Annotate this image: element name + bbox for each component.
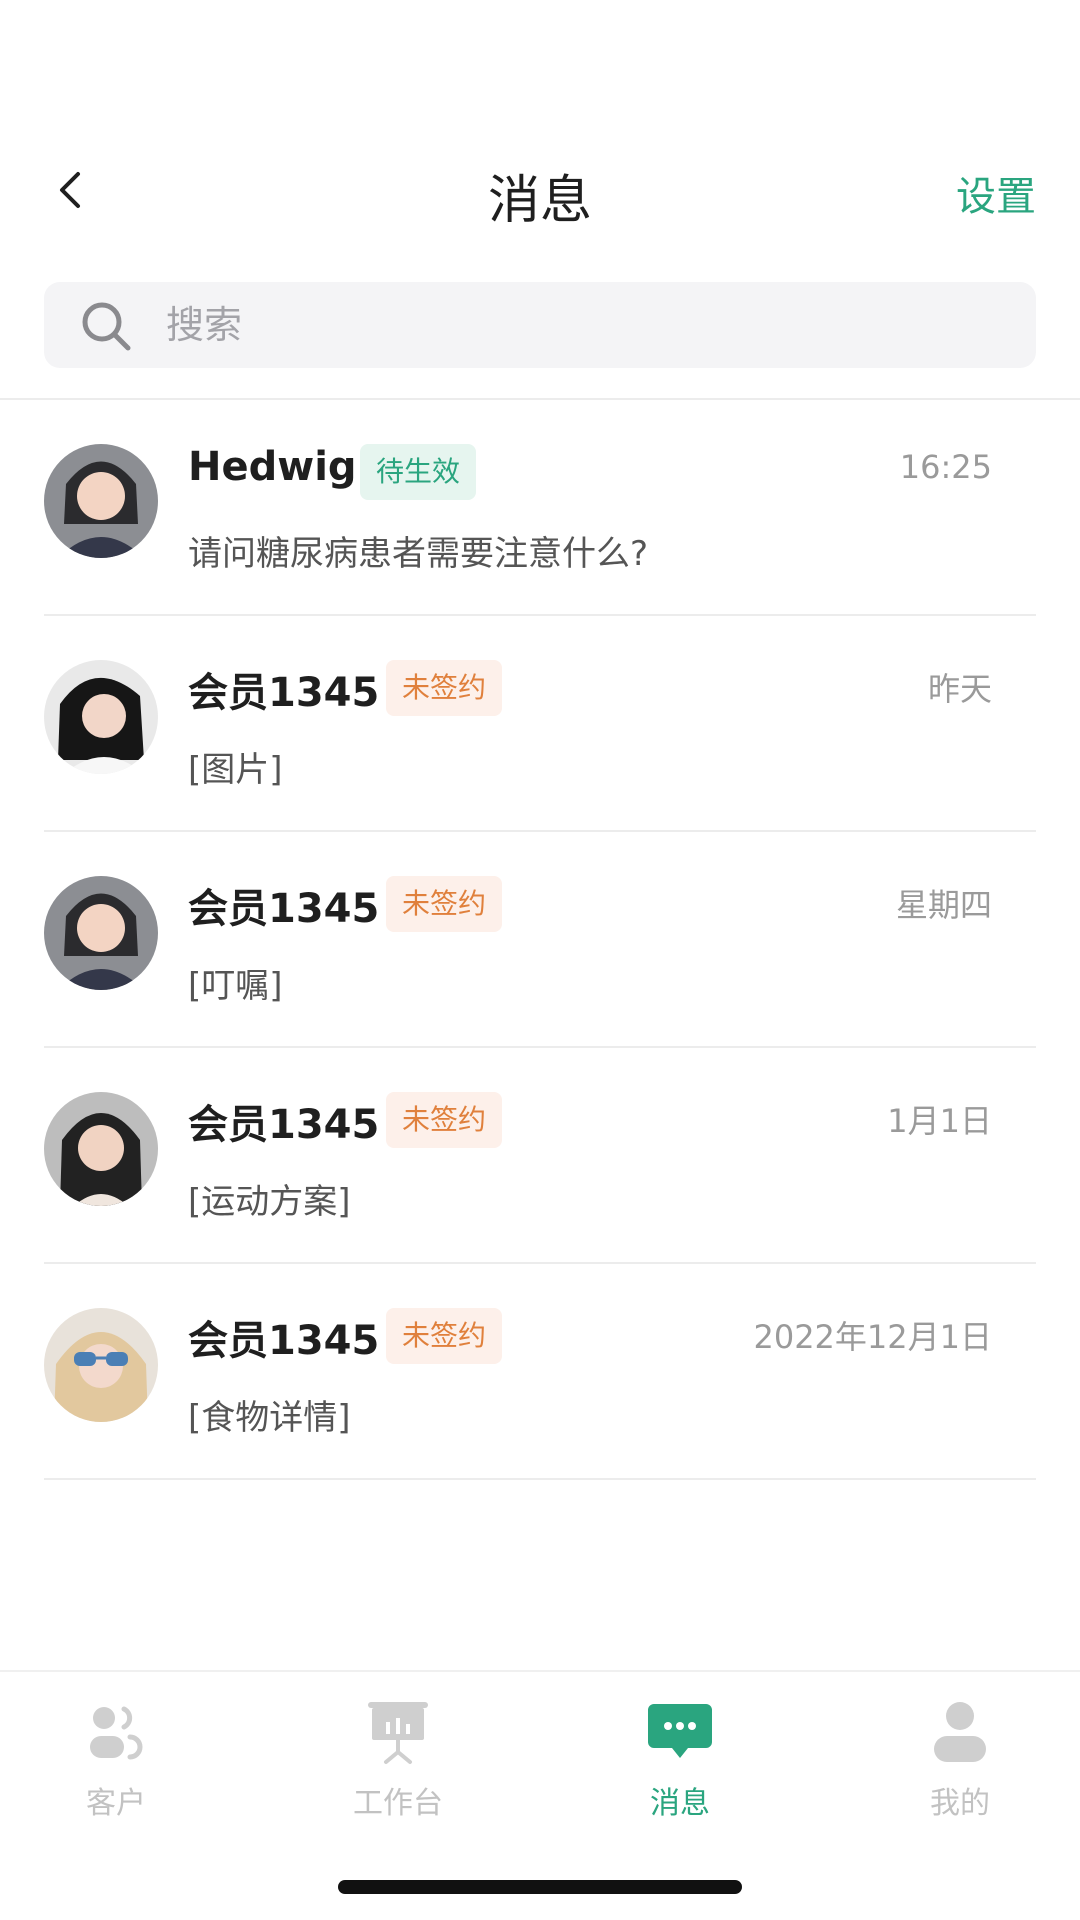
- workbench-icon: [368, 1702, 428, 1764]
- messages-page: 消息 设置 Hedwig 待生效 16:25 请问糖尿病患者需要注意什么? 会员…: [0, 0, 1080, 1920]
- status-badge: 未签约: [386, 1308, 503, 1364]
- message-preview: [食物详情]: [188, 1398, 351, 1438]
- page-title: 消息: [487, 171, 592, 231]
- settings-link[interactable]: 设置: [956, 164, 1036, 222]
- status-badge: 未签约: [386, 660, 503, 716]
- status-badge: 未签约: [386, 876, 503, 932]
- nav-label: 客户: [86, 1786, 146, 1821]
- message-time: 16:25: [899, 448, 992, 486]
- avatar: [44, 660, 158, 774]
- avatar: [44, 1308, 158, 1422]
- search-icon: [82, 302, 131, 351]
- contact-name: Hedwig: [188, 444, 357, 490]
- message-time: 2022年12月1日: [753, 1318, 992, 1356]
- home-indicator[interactable]: [338, 1880, 742, 1894]
- message-preview: [叮嘱]: [188, 966, 283, 1006]
- nav-label: 消息: [650, 1786, 710, 1821]
- contact-name: 会员1345: [188, 886, 380, 932]
- nav-tab-customers[interactable]: 客户: [46, 1696, 186, 1822]
- customers-icon: [90, 1706, 143, 1760]
- avatar: [44, 876, 158, 990]
- header: 消息 设置: [0, 140, 1080, 240]
- contact-name: 会员1345: [188, 1318, 380, 1364]
- message-time: 1月1日: [887, 1102, 992, 1140]
- profile-icon: [934, 1702, 986, 1762]
- message-preview: [图片]: [188, 750, 283, 790]
- nav-label: 工作台: [353, 1786, 443, 1821]
- status-badge: 未签约: [386, 1092, 503, 1148]
- message-item[interactable]: 会员1345 未签约 2022年12月1日 [食物详情]: [0, 1264, 1080, 1480]
- messages-icon: [648, 1704, 712, 1758]
- search-input[interactable]: [166, 282, 986, 368]
- nav-tab-messages[interactable]: 消息: [610, 1696, 750, 1822]
- message-time: 昨天: [927, 670, 992, 708]
- message-list: Hedwig 待生效 16:25 请问糖尿病患者需要注意什么? 会员1345 未…: [0, 400, 1080, 1480]
- avatar: [44, 1092, 158, 1206]
- message-preview: [运动方案]: [188, 1182, 351, 1222]
- nav-tab-workbench[interactable]: 工作台: [328, 1696, 468, 1822]
- message-preview: 请问糖尿病患者需要注意什么?: [188, 534, 649, 574]
- avatar: [44, 444, 158, 558]
- nav-label: 我的: [930, 1786, 990, 1821]
- contact-name: 会员1345: [188, 1102, 380, 1148]
- message-item[interactable]: Hedwig 待生效 16:25 请问糖尿病患者需要注意什么?: [0, 400, 1080, 616]
- status-badge: 待生效: [360, 444, 477, 500]
- nav-tab-profile[interactable]: 我的: [890, 1696, 1030, 1822]
- message-item[interactable]: 会员1345 未签约 星期四 [叮嘱]: [0, 832, 1080, 1048]
- contact-name: 会员1345: [188, 670, 380, 716]
- message-time: 星期四: [895, 886, 992, 924]
- search-bar[interactable]: [44, 282, 1036, 368]
- message-item[interactable]: 会员1345 未签约 1月1日 [运动方案]: [0, 1048, 1080, 1264]
- message-item[interactable]: 会员1345 未签约 昨天 [图片]: [0, 616, 1080, 832]
